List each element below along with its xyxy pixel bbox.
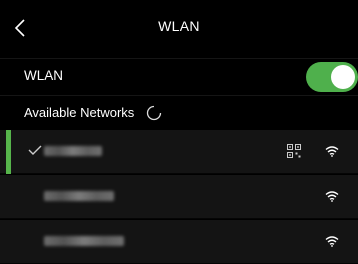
network-name-obscured [44,191,114,201]
network-item[interactable] [0,220,358,264]
wlan-toggle-row: WLAN [0,58,358,96]
available-networks-header: Available Networks [0,97,358,129]
wlan-toggle[interactable] [306,62,358,92]
network-item-connected[interactable] [0,130,358,174]
spinner-icon [146,105,162,121]
wifi-signal-icon [325,191,339,202]
wlan-label: WLAN [24,68,64,83]
selected-indicator [6,130,11,174]
qr-code-icon[interactable] [287,144,301,158]
available-networks-label: Available Networks [24,105,135,120]
wifi-signal-icon [325,146,339,157]
page-title: WLAN [158,18,200,34]
network-item[interactable] [0,175,358,219]
network-name-obscured [44,236,124,246]
wifi-signal-icon [325,236,339,247]
toggle-knob [331,65,355,89]
header-bar: WLAN [0,0,358,58]
check-icon [28,145,42,155]
network-name-obscured [44,146,102,156]
